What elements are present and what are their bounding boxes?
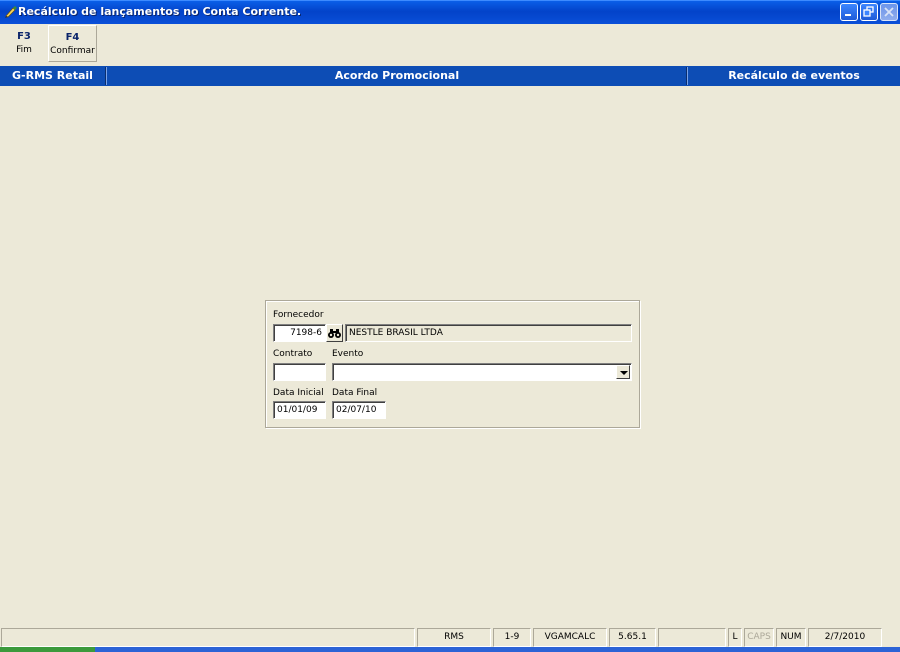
status-caps: CAPS <box>744 628 774 647</box>
fornecedor-name-field: NESTLE BRASIL LTDA <box>345 324 632 342</box>
close-button[interactable] <box>880 3 898 21</box>
data-inicial-label: Data Inicial <box>273 388 324 398</box>
app-icon <box>4 5 18 19</box>
status-system: RMS <box>417 628 491 647</box>
f4-key: F4 <box>65 32 80 43</box>
fornecedor-code-field[interactable]: 7198-6 <box>273 324 326 342</box>
status-date: 2/7/2010 <box>808 628 882 647</box>
status-num: NUM <box>776 628 806 647</box>
evento-dropdown[interactable] <box>332 363 632 381</box>
header-app-name: G-RMS Retail <box>12 69 93 82</box>
data-final-field[interactable]: 02/07/10 <box>332 401 386 419</box>
fornecedor-lookup-button[interactable] <box>326 324 343 342</box>
binoculars-icon <box>327 329 342 344</box>
evento-label: Evento <box>332 349 364 359</box>
status-version: 5.65.1 <box>609 628 656 647</box>
contrato-field[interactable] <box>273 363 326 381</box>
chevron-down-icon[interactable] <box>616 365 630 379</box>
recalc-form: Fornecedor 7198-6 NESTLE BRASIL LTDA Con… <box>265 300 640 428</box>
status-l: L <box>728 628 742 647</box>
f3-key: F3 <box>17 31 31 42</box>
data-inicial-field[interactable]: 01/01/09 <box>273 401 326 419</box>
header-band: G-RMS Retail Acordo Promocional Recálcul… <box>0 66 900 86</box>
window-title: Recálculo de lançamentos no Conta Corren… <box>18 5 302 18</box>
status-message <box>1 628 415 647</box>
minimize-button[interactable] <box>840 3 858 21</box>
status-program: VGAMCALC <box>533 628 607 647</box>
header-screen: Recálculo de eventos <box>728 69 860 82</box>
contrato-label: Contrato <box>273 349 313 359</box>
status-company: 1-9 <box>493 628 531 647</box>
status-empty <box>658 628 726 647</box>
data-final-label: Data Final <box>332 388 378 398</box>
taskbar-edge <box>0 647 900 652</box>
restore-button[interactable] <box>860 3 878 21</box>
f3-label: Fim <box>16 45 32 55</box>
f3-fim-button[interactable]: F3 Fim <box>2 25 46 62</box>
header-module: Acordo Promocional <box>334 69 460 82</box>
f4-confirmar-button[interactable]: F4 Confirmar <box>48 25 97 62</box>
toolbar: F3 Fim F4 Confirmar <box>0 24 900 64</box>
status-bar: RMS 1-9 VGAMCALC 5.65.1 L CAPS NUM 2/7/2… <box>0 627 900 647</box>
fornecedor-label: Fornecedor <box>273 310 324 320</box>
f4-label: Confirmar <box>50 46 95 56</box>
title-bar[interactable]: Recálculo de lançamentos no Conta Corren… <box>0 0 900 24</box>
start-button-edge[interactable] <box>0 647 95 652</box>
